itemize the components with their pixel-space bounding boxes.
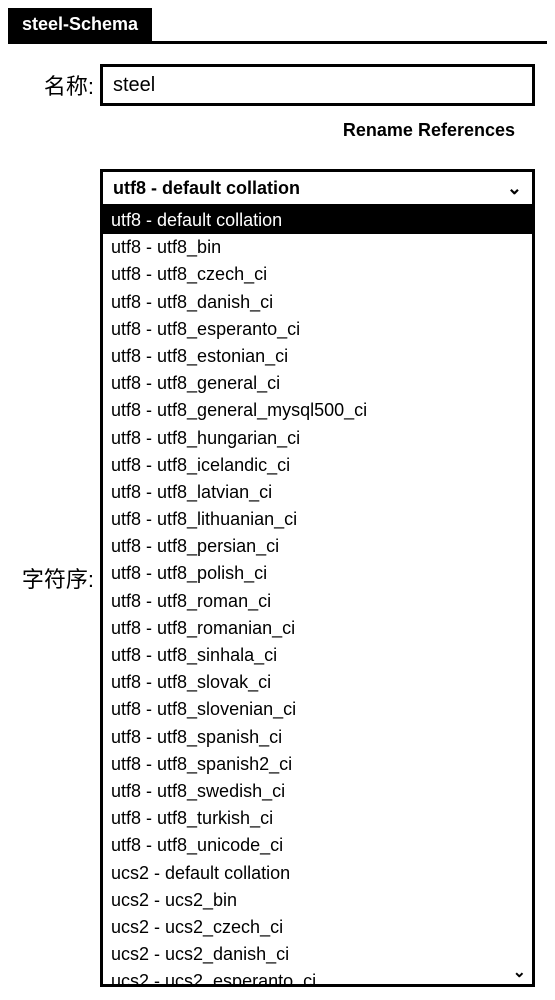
collation-option[interactable]: ucs2 - ucs2_danish_ci: [103, 941, 532, 968]
scroll-up-icon[interactable]: ⌃: [513, 209, 526, 229]
collation-option[interactable]: ucs2 - ucs2_esperanto_ci: [103, 968, 532, 987]
collation-option[interactable]: utf8 - utf8_general_ci: [103, 370, 532, 397]
scroll-down-icon[interactable]: ⌄: [513, 962, 526, 982]
collation-select[interactable]: utf8 - default collation ⌄: [100, 169, 535, 207]
collation-option[interactable]: utf8 - utf8_slovenian_ci: [103, 696, 532, 723]
collation-option[interactable]: utf8 - utf8_unicode_ci: [103, 832, 532, 859]
collation-option[interactable]: utf8 - utf8_sinhala_ci: [103, 642, 532, 669]
collation-option[interactable]: utf8 - default collation: [103, 207, 532, 234]
collation-option[interactable]: utf8 - utf8_general_mysql500_ci: [103, 397, 532, 424]
collation-dropdown[interactable]: ⌃ utf8 - default collationutf8 - utf8_bi…: [100, 207, 535, 987]
collation-option[interactable]: ucs2 - default collation: [103, 860, 532, 887]
collation-option[interactable]: utf8 - utf8_persian_ci: [103, 533, 532, 560]
collation-option[interactable]: utf8 - utf8_spanish2_ci: [103, 751, 532, 778]
name-row: 名称:: [20, 64, 535, 106]
chevron-down-icon: ⌄: [507, 178, 522, 199]
form-container: 名称: Rename References 字符序: utf8 - defaul…: [8, 44, 547, 987]
collation-option[interactable]: utf8 - utf8_esperanto_ci: [103, 316, 532, 343]
collation-option[interactable]: utf8 - utf8_turkish_ci: [103, 805, 532, 832]
rename-references-link[interactable]: Rename References: [343, 120, 515, 140]
collation-label: 字符序:: [20, 562, 100, 594]
collation-selected-value: utf8 - default collation: [113, 178, 300, 199]
collation-option[interactable]: utf8 - utf8_romanian_ci: [103, 615, 532, 642]
collation-option[interactable]: ucs2 - ucs2_bin: [103, 887, 532, 914]
collation-option[interactable]: utf8 - utf8_hungarian_ci: [103, 425, 532, 452]
collation-option[interactable]: utf8 - utf8_latvian_ci: [103, 479, 532, 506]
collation-row: 字符序: utf8 - default collation ⌄ ⌃ utf8 -…: [20, 169, 535, 987]
tab-label: steel-Schema: [22, 14, 138, 34]
tab-schema[interactable]: steel-Schema: [8, 8, 152, 41]
collation-option[interactable]: utf8 - utf8_czech_ci: [103, 261, 532, 288]
collation-option[interactable]: utf8 - utf8_slovak_ci: [103, 669, 532, 696]
collation-option[interactable]: ucs2 - ucs2_czech_ci: [103, 914, 532, 941]
collation-option[interactable]: utf8 - utf8_danish_ci: [103, 289, 532, 316]
tab-header: steel-Schema: [8, 8, 547, 44]
collation-option[interactable]: utf8 - utf8_estonian_ci: [103, 343, 532, 370]
collation-option[interactable]: utf8 - utf8_bin: [103, 234, 532, 261]
collation-select-wrapper: utf8 - default collation ⌄ ⌃ utf8 - defa…: [100, 169, 535, 987]
rename-link-row: Rename References: [20, 120, 535, 141]
collation-option[interactable]: utf8 - utf8_swedish_ci: [103, 778, 532, 805]
collation-option[interactable]: utf8 - utf8_roman_ci: [103, 588, 532, 615]
collation-option[interactable]: utf8 - utf8_spanish_ci: [103, 724, 532, 751]
collation-option[interactable]: utf8 - utf8_icelandic_ci: [103, 452, 532, 479]
name-input[interactable]: [100, 64, 535, 106]
collation-option[interactable]: utf8 - utf8_polish_ci: [103, 560, 532, 587]
collation-option[interactable]: utf8 - utf8_lithuanian_ci: [103, 506, 532, 533]
name-label: 名称:: [20, 69, 100, 101]
